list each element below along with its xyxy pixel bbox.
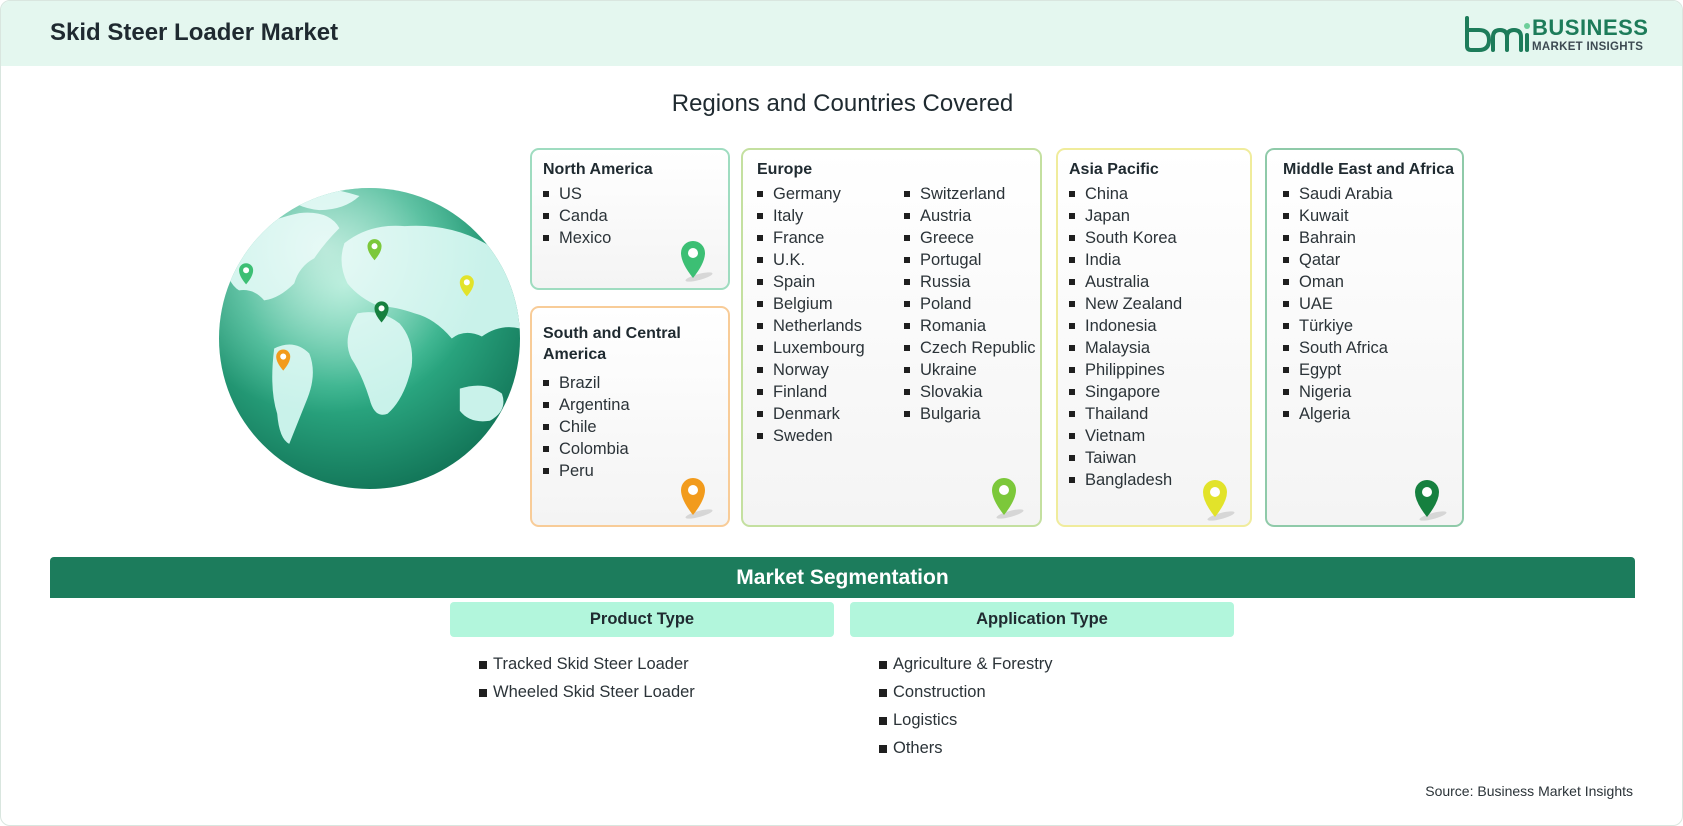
location-pin-icon xyxy=(681,478,713,519)
location-pin-icon xyxy=(1203,480,1235,521)
list-item: Philippines xyxy=(1069,359,1182,381)
list-item: Romania xyxy=(904,315,1036,337)
country-list: Saudi Arabia Kuwait Bahrain Qatar Oman U… xyxy=(1283,183,1393,425)
globe-icon xyxy=(219,188,520,489)
list-item: Oman xyxy=(1283,271,1393,293)
list-item: Türkiye xyxy=(1283,315,1393,337)
list-item: Luxembourg xyxy=(757,337,865,359)
list-item: Wheeled Skid Steer Loader xyxy=(479,678,695,706)
list-item: China xyxy=(1069,183,1182,205)
list-item: Egypt xyxy=(1283,359,1393,381)
country-list: US Canda Mexico xyxy=(543,183,611,249)
product-type-list: Tracked Skid Steer Loader Wheeled Skid S… xyxy=(479,650,695,706)
location-pin-icon xyxy=(992,478,1024,519)
list-item: Sweden xyxy=(757,425,865,447)
list-item: Denmark xyxy=(757,403,865,425)
list-item: New Zealand xyxy=(1069,293,1182,315)
list-item: Japan xyxy=(1069,205,1182,227)
list-item: Poland xyxy=(904,293,1036,315)
logo-wordmark: BUSINESS MARKET INSIGHTS xyxy=(1532,17,1648,54)
regions-title: Regions and Countries Covered xyxy=(671,90,1014,117)
list-item: Portugal xyxy=(904,249,1036,271)
region-card-south-central-america: South and Central America Brazil Argenti… xyxy=(530,306,730,527)
list-item: Bahrain xyxy=(1283,227,1393,249)
list-item: Vietnam xyxy=(1069,425,1182,447)
list-item: Algeria xyxy=(1283,403,1393,425)
list-item: Germany xyxy=(757,183,865,205)
region-card-north-america: North America US Canda Mexico xyxy=(530,148,730,290)
list-item: Colombia xyxy=(543,438,630,460)
list-item: Switzerland xyxy=(904,183,1036,205)
country-list: Brazil Argentina Chile Colombia Peru xyxy=(543,372,630,482)
list-item: Slovakia xyxy=(904,381,1036,403)
page-title: Skid Steer Loader Market xyxy=(50,19,339,46)
list-item: Italy xyxy=(757,205,865,227)
list-item: Saudi Arabia xyxy=(1283,183,1393,205)
list-item: U.K. xyxy=(757,249,865,271)
location-pin-icon xyxy=(681,241,713,282)
application-type-list: Agriculture & Forestry Construction Logi… xyxy=(879,650,1053,762)
list-item: Construction xyxy=(879,678,1053,706)
list-item: South Africa xyxy=(1283,337,1393,359)
list-item: Russia xyxy=(904,271,1036,293)
list-item: Bangladesh xyxy=(1069,469,1182,491)
list-item: France xyxy=(757,227,865,249)
list-item: Canda xyxy=(543,205,611,227)
infographic-frame: Skid Steer Loader Market BUSINESS MARKET… xyxy=(0,0,1683,826)
country-list-col1: Germany Italy France U.K. Spain Belgium … xyxy=(757,183,865,447)
list-item: Bulgaria xyxy=(904,403,1036,425)
region-title: Asia Pacific xyxy=(1069,161,1159,178)
list-item: Norway xyxy=(757,359,865,381)
list-item: UAE xyxy=(1283,293,1393,315)
region-title: Middle East and Africa xyxy=(1283,161,1454,178)
region-card-middle-east-africa: Middle East and Africa Saudi Arabia Kuwa… xyxy=(1265,148,1464,527)
application-type-header: Application Type xyxy=(850,602,1234,637)
list-item: Argentina xyxy=(543,394,630,416)
list-item: Netherlands xyxy=(757,315,865,337)
list-item: Nigeria xyxy=(1283,381,1393,403)
list-item: Austria xyxy=(904,205,1036,227)
country-list: China Japan South Korea India Australia … xyxy=(1069,183,1182,491)
list-item: Tracked Skid Steer Loader xyxy=(479,650,695,678)
list-item: Spain xyxy=(757,271,865,293)
region-card-asia-pacific: Asia Pacific China Japan South Korea Ind… xyxy=(1056,148,1252,527)
list-item: Greece xyxy=(904,227,1036,249)
region-title: North America xyxy=(543,161,653,178)
list-item: Chile xyxy=(543,416,630,438)
list-item: US xyxy=(543,183,611,205)
header-bar: Skid Steer Loader Market BUSINESS MARKET… xyxy=(1,1,1682,66)
product-type-header: Product Type xyxy=(450,602,834,637)
list-item: Logistics xyxy=(879,706,1053,734)
list-item: Singapore xyxy=(1069,381,1182,403)
list-item: Finland xyxy=(757,381,865,403)
source-note: Source: Business Market Insights xyxy=(1425,783,1633,799)
list-item: Malaysia xyxy=(1069,337,1182,359)
list-item: Belgium xyxy=(757,293,865,315)
region-title: South and Central America xyxy=(543,325,681,363)
location-pin-icon xyxy=(1415,480,1447,521)
list-item: Kuwait xyxy=(1283,205,1393,227)
list-item: Indonesia xyxy=(1069,315,1182,337)
segmentation-title: Market Segmentation xyxy=(736,566,949,589)
region-title: Europe xyxy=(757,161,813,178)
list-item: Thailand xyxy=(1069,403,1182,425)
country-list-col2: Switzerland Austria Greece Portugal Russ… xyxy=(904,183,1036,425)
list-item: South Korea xyxy=(1069,227,1182,249)
list-item: Australia xyxy=(1069,271,1182,293)
list-item: Taiwan xyxy=(1069,447,1182,469)
list-item: Mexico xyxy=(543,227,611,249)
segmentation-banner: Market Segmentation xyxy=(50,557,1635,598)
list-item: Czech Republic xyxy=(904,337,1036,359)
list-item: Peru xyxy=(543,460,630,482)
list-item: Others xyxy=(879,734,1053,762)
list-item: Qatar xyxy=(1283,249,1393,271)
list-item: India xyxy=(1069,249,1182,271)
list-item: Agriculture & Forestry xyxy=(879,650,1053,678)
logo-line-1: BUSINESS xyxy=(1532,15,1649,40)
list-item: Brazil xyxy=(543,372,630,394)
list-item: Ukraine xyxy=(904,359,1036,381)
logo-line-2: MARKET INSIGHTS xyxy=(1532,41,1644,53)
region-card-europe: Europe Germany Italy France U.K. Spain B… xyxy=(741,148,1042,527)
